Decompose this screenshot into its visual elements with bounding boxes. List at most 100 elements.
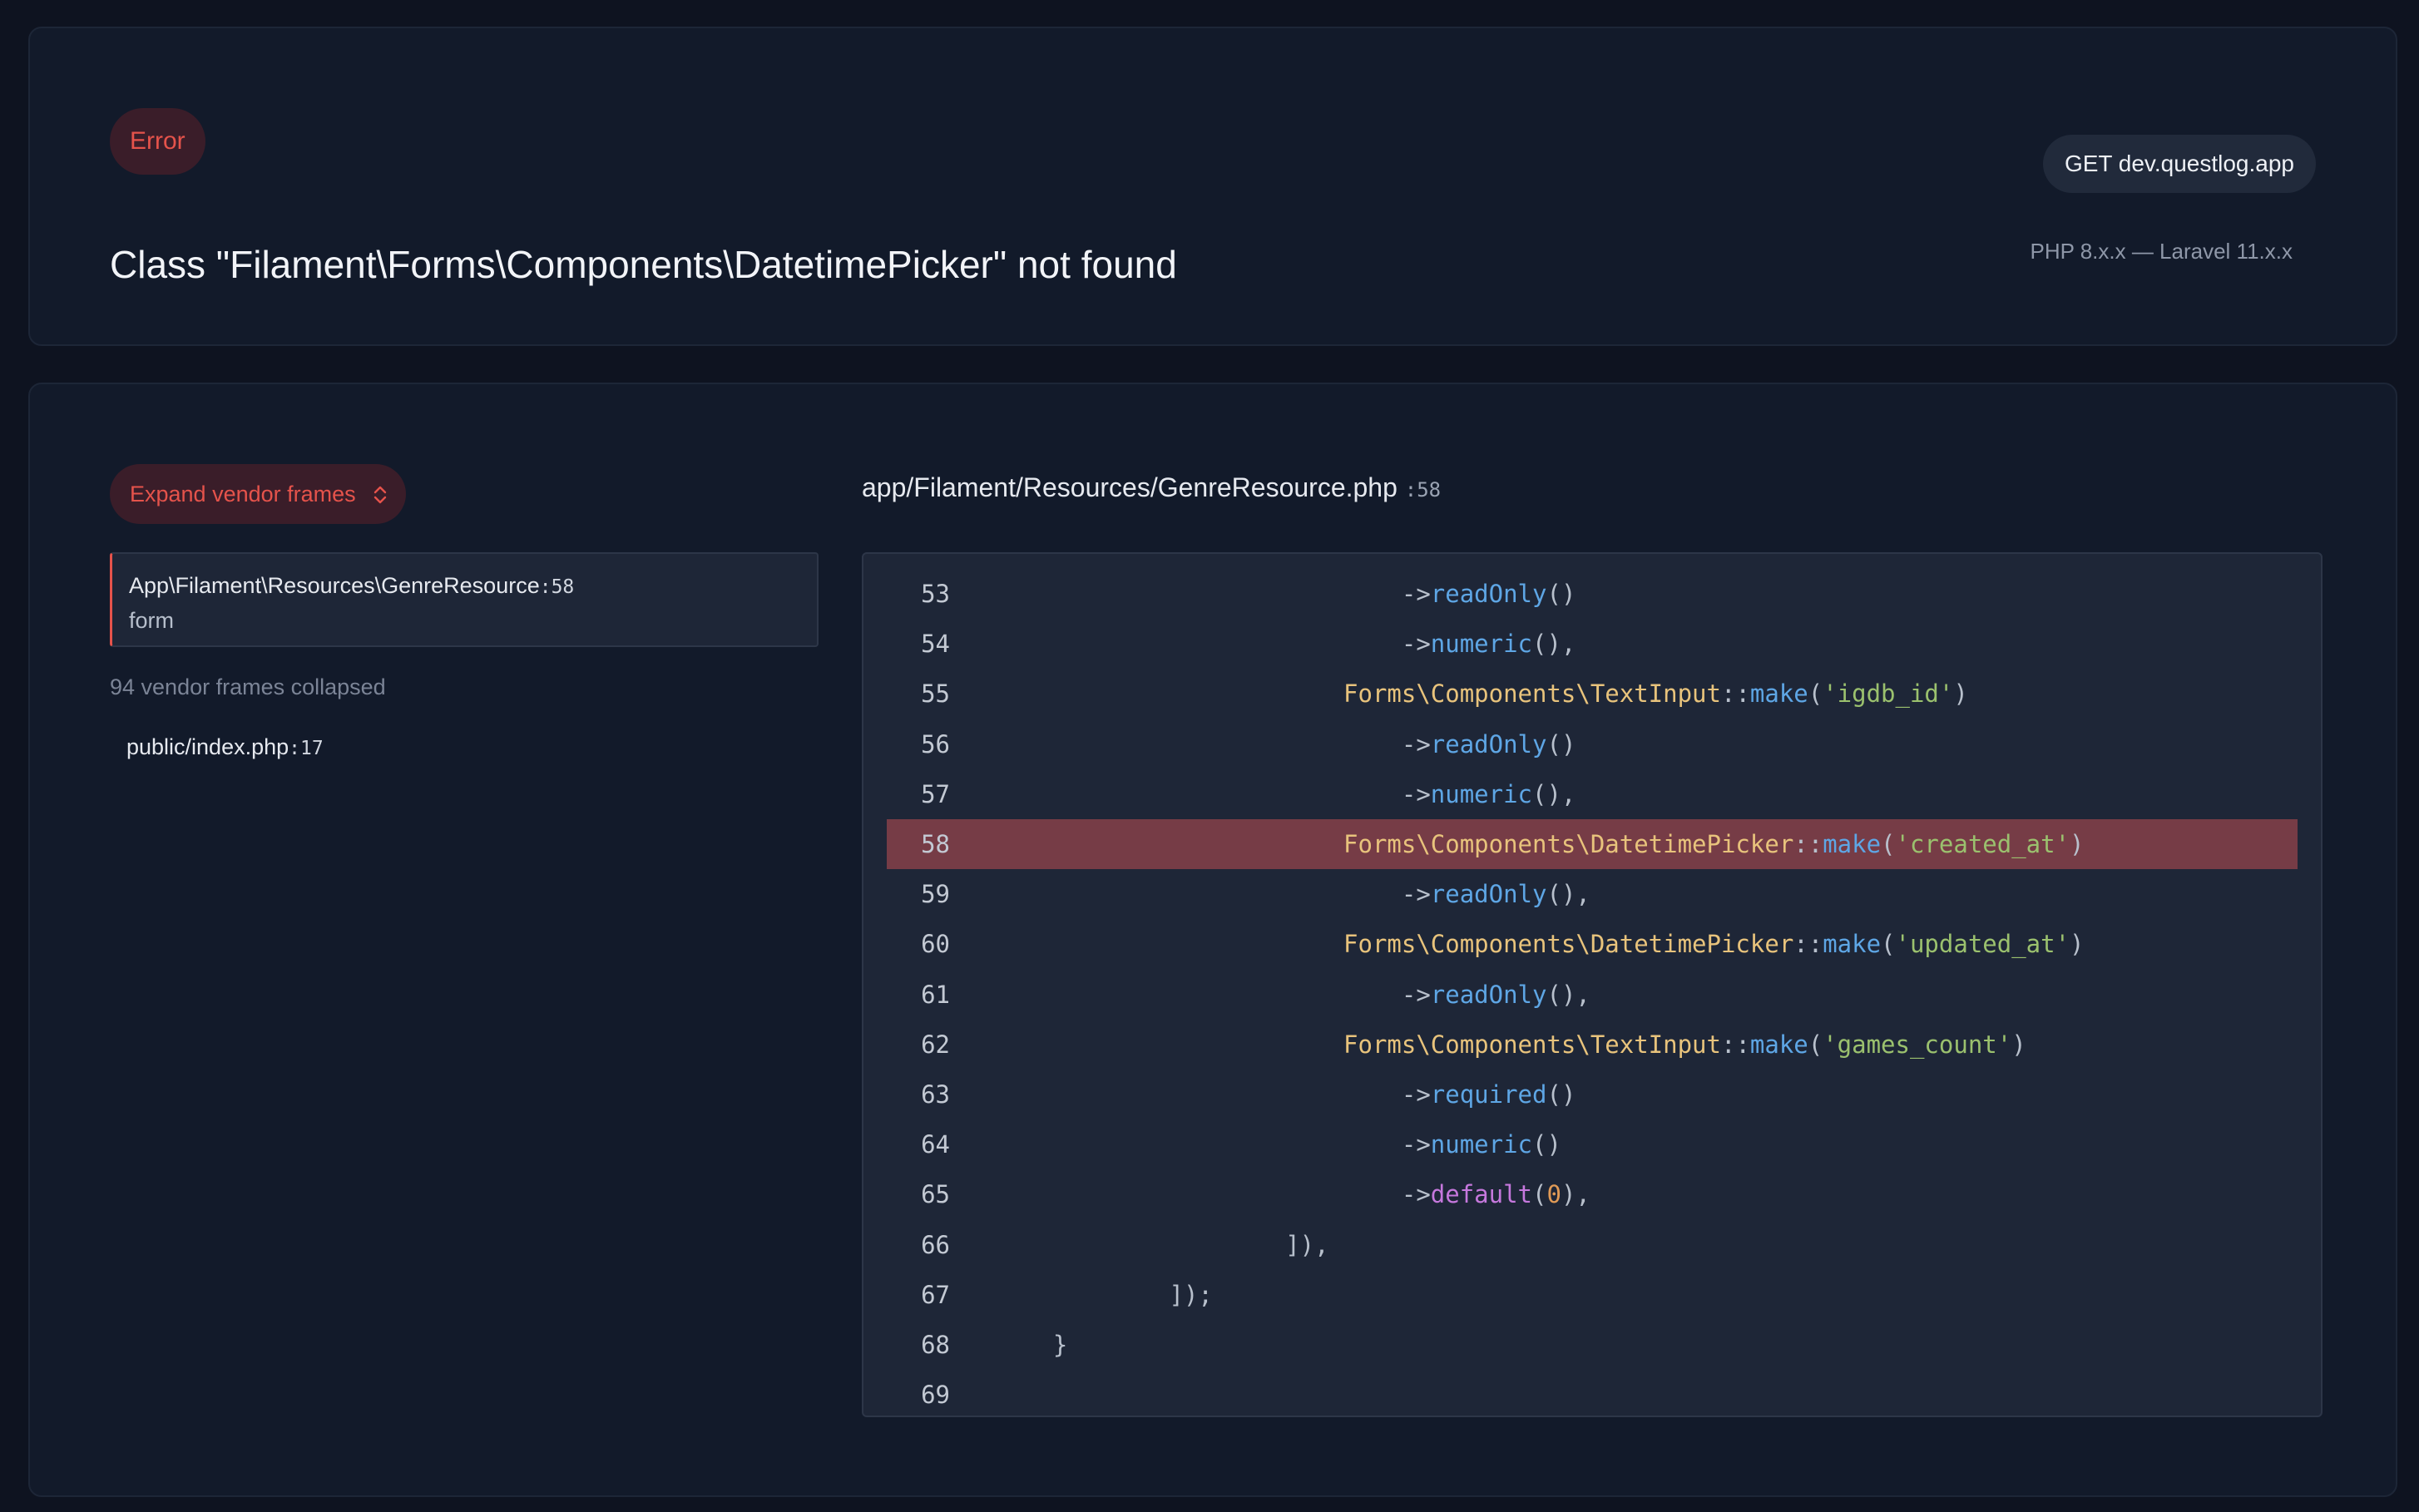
code-file-path: app/Filament/Resources/GenreResource.php… bbox=[862, 467, 1441, 510]
code-token: -> bbox=[995, 630, 1431, 659]
code-line: 66 ]), bbox=[887, 1220, 2298, 1270]
frame-file: public/index.php bbox=[126, 734, 289, 759]
code-token: make bbox=[1749, 679, 1808, 709]
code-token: ) bbox=[2070, 830, 2085, 858]
line-code: ->default(0), bbox=[995, 1169, 1590, 1219]
line-number: 67 bbox=[921, 1280, 950, 1309]
stack-trace-card: Expand vendor frames App\Filament\Resour… bbox=[28, 383, 2397, 1497]
vendor-frames-collapsed[interactable]: 94 vendor frames collapsed bbox=[110, 670, 386, 704]
error-header-card: Error Class "Filament\Forms\Components\D… bbox=[28, 27, 2397, 346]
line-code: ->numeric() bbox=[995, 1119, 1561, 1169]
stack-frame-selected[interactable]: App\Filament\Resources\GenreResource:58 … bbox=[110, 552, 819, 647]
code-token: -> bbox=[995, 1080, 1431, 1109]
code-token: () bbox=[1546, 1080, 1576, 1109]
code-token: -> bbox=[995, 980, 1431, 1009]
expand-vendor-frames-label: Expand vendor frames bbox=[130, 482, 356, 506]
frame-location: App\Filament\Resources\GenreResource:58 bbox=[129, 569, 800, 604]
code-token: () bbox=[1546, 580, 1576, 608]
stack-frame-public-index[interactable]: public/index.php:17 bbox=[126, 730, 324, 765]
code-token: 'igdb_id' bbox=[1823, 679, 1954, 709]
code-token: ) bbox=[2011, 1030, 2026, 1059]
file-line-ref: :58 bbox=[1404, 478, 1442, 502]
code-token: 'created_at' bbox=[1895, 830, 2070, 858]
code-token: -> bbox=[995, 779, 1431, 808]
code-line: 53 ->readOnly() bbox=[887, 569, 2298, 619]
code-line-highlighted: 58 Forms\Components\DatetimePicker::make… bbox=[887, 819, 2298, 869]
code-token: ), bbox=[1561, 1180, 1590, 1209]
code-token: numeric bbox=[1430, 630, 1533, 659]
line-number: 53 bbox=[921, 580, 950, 608]
code-token: :: bbox=[1793, 830, 1823, 858]
code-token: -> bbox=[995, 880, 1431, 909]
code-line: 69 bbox=[887, 1370, 2298, 1416]
code-line: 64 ->numeric() bbox=[887, 1119, 2298, 1169]
version-info: PHP 8.x.x — Laravel 11.x.x bbox=[2030, 239, 2293, 264]
code-token: Forms\Components\DatetimePicker bbox=[1343, 930, 1794, 959]
code-token: ]), bbox=[995, 1230, 1329, 1259]
code-token: -> bbox=[995, 1130, 1431, 1159]
code-line: 57 ->numeric(), bbox=[887, 769, 2298, 819]
line-code: ->readOnly() bbox=[995, 719, 1576, 769]
line-number: 66 bbox=[921, 1230, 950, 1259]
code-token: -> bbox=[995, 580, 1431, 608]
code-line: 67 ]); bbox=[887, 1270, 2298, 1320]
file-name: app/Filament/Resources/GenreResource.php bbox=[862, 472, 1397, 502]
expand-vendor-frames-button[interactable]: Expand vendor frames bbox=[110, 464, 406, 524]
exception-message: Class "Filament\Forms\Components\Datetim… bbox=[110, 243, 1177, 286]
line-code: ->readOnly(), bbox=[995, 970, 1590, 1020]
code-token: numeric bbox=[1430, 1130, 1533, 1159]
line-code: ->numeric(), bbox=[995, 619, 1576, 669]
line-code: ->required() bbox=[995, 1070, 1576, 1119]
code-snippet: 53 ->readOnly() 54 ->numeric(), 55 Forms\C… bbox=[862, 552, 2323, 1417]
code-token: ( bbox=[1881, 830, 1896, 858]
code-token: 0 bbox=[1546, 1180, 1561, 1209]
code-token: ( bbox=[1808, 1030, 1823, 1059]
line-number: 64 bbox=[921, 1130, 950, 1159]
line-code: Forms\Components\TextInput::make('igdb_i… bbox=[995, 669, 1968, 719]
line-number: 55 bbox=[921, 679, 950, 709]
code-token: } bbox=[995, 1331, 1068, 1359]
code-token: default bbox=[1430, 1180, 1533, 1209]
chevron-up-down-icon bbox=[373, 464, 388, 524]
code-token: (), bbox=[1546, 980, 1590, 1009]
line-code: ]), bbox=[995, 1220, 1329, 1270]
line-number: 56 bbox=[921, 729, 950, 758]
code-token: (), bbox=[1546, 880, 1590, 909]
code-token: ]); bbox=[995, 1280, 1213, 1309]
error-badge: Error bbox=[110, 108, 205, 175]
code-token: () bbox=[1546, 729, 1576, 758]
code-token: :: bbox=[1793, 930, 1823, 959]
line-number: 54 bbox=[921, 630, 950, 659]
line-code: ]); bbox=[995, 1270, 1213, 1320]
line-number: 58 bbox=[921, 830, 950, 858]
line-number: 63 bbox=[921, 1080, 950, 1109]
code-token: () bbox=[1532, 1130, 1561, 1159]
frame-line: :58 bbox=[539, 576, 575, 598]
code-token: Forms\Components\TextInput bbox=[1343, 1030, 1721, 1059]
code-token: ) bbox=[2070, 930, 2085, 959]
code-line: 63 ->required() bbox=[887, 1070, 2298, 1119]
code-token: ( bbox=[1881, 930, 1896, 959]
code-token: -> bbox=[995, 1180, 1431, 1209]
line-code: Forms\Components\DatetimePicker::make('c… bbox=[995, 819, 2085, 869]
code-token: required bbox=[1430, 1080, 1547, 1109]
line-code: ->readOnly(), bbox=[995, 869, 1590, 919]
code-line: 56 ->readOnly() bbox=[887, 719, 2298, 769]
line-number: 57 bbox=[921, 779, 950, 808]
code-token: (), bbox=[1532, 630, 1576, 659]
request-badge: GET dev.questlog.app bbox=[2042, 135, 2316, 193]
code-token: Forms\Components\DatetimePicker bbox=[1343, 830, 1794, 858]
frame-method: form bbox=[129, 608, 174, 633]
code-token: make bbox=[1749, 1030, 1808, 1059]
code-token: readOnly bbox=[1430, 980, 1547, 1009]
code-line: 54 ->numeric(), bbox=[887, 619, 2298, 669]
code-token: 'updated_at' bbox=[1895, 930, 2070, 959]
line-code: Forms\Components\TextInput::make('games_… bbox=[995, 1020, 2026, 1070]
code-token: :: bbox=[1720, 679, 1750, 709]
line-number: 69 bbox=[921, 1381, 950, 1410]
code-token: ( bbox=[1808, 679, 1823, 709]
